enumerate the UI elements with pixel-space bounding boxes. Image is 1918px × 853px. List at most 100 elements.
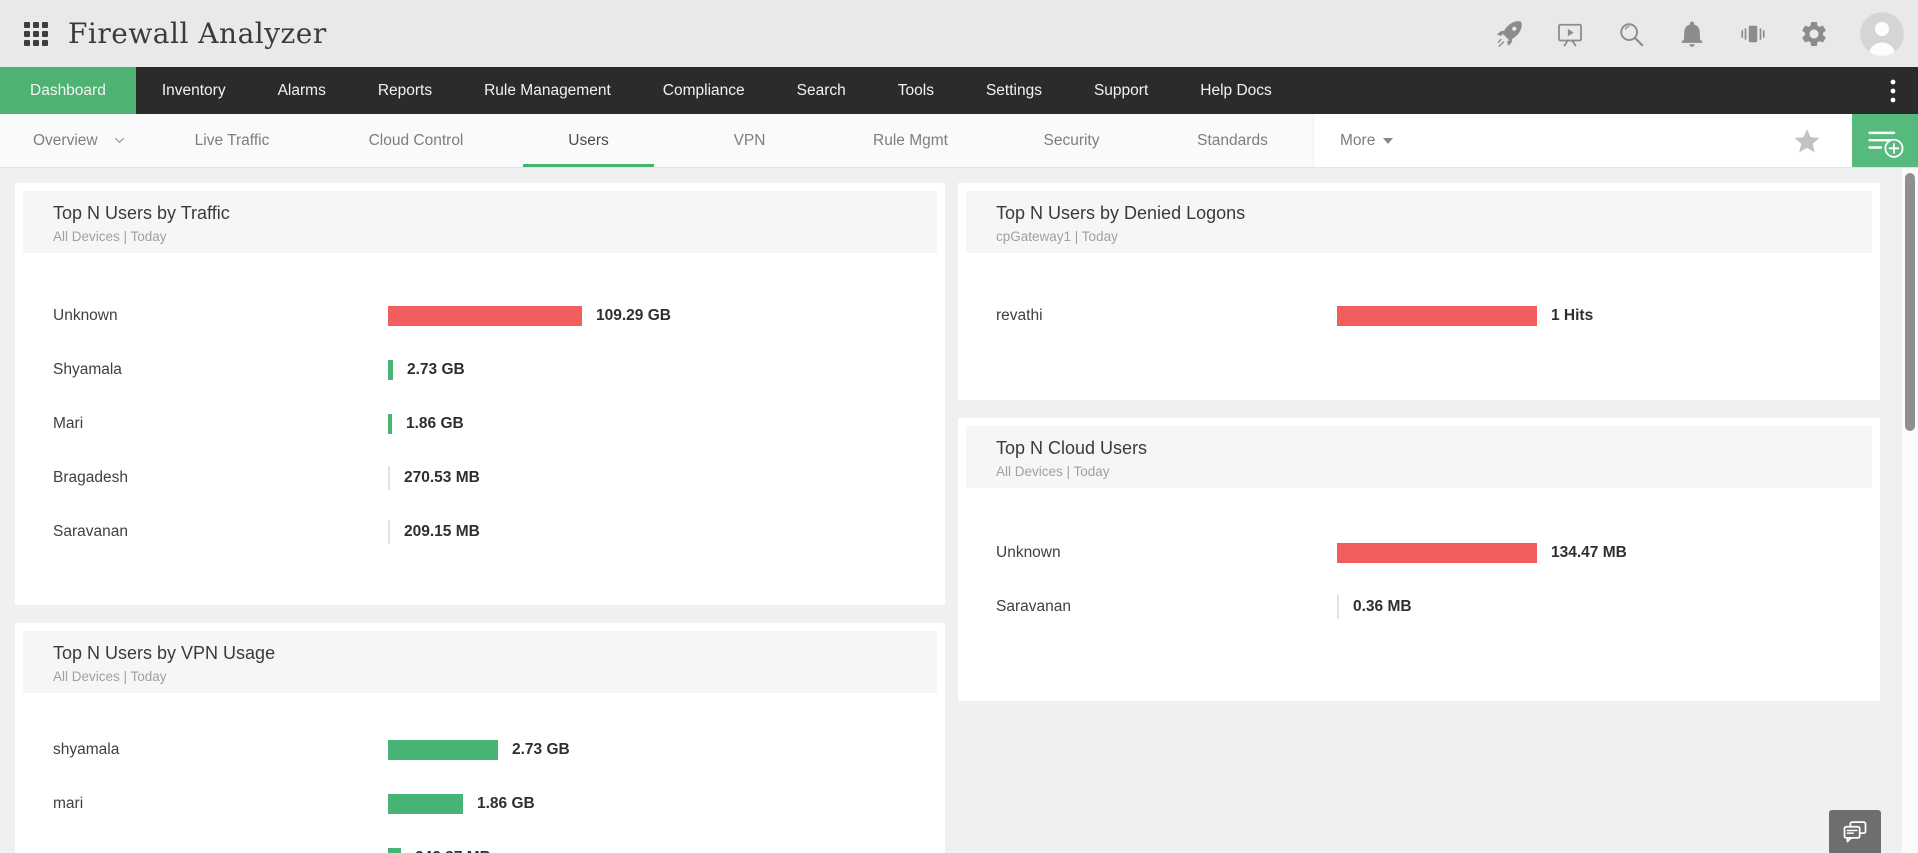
tab-overview[interactable]: Overview xyxy=(0,114,140,167)
tab-label: Security xyxy=(1043,131,1100,149)
settings-gear-icon[interactable] xyxy=(1799,19,1829,49)
row-user-label: Unknown xyxy=(996,544,1061,561)
main-nav-items: Dashboard Inventory Alarms Reports Rule Mana… xyxy=(0,67,1298,114)
demo-player-icon[interactable] xyxy=(1555,19,1585,49)
search-icon[interactable] xyxy=(1616,19,1646,49)
tab-live-traffic[interactable]: Live Traffic xyxy=(140,114,324,167)
chevron-down-icon xyxy=(114,138,124,144)
left-column: Top N Users by Traffic All Devices | Tod… xyxy=(15,183,945,853)
header-actions xyxy=(1494,11,1904,56)
chart-row: revathi 1 Hits xyxy=(996,289,1880,343)
apps-grid-icon[interactable] xyxy=(24,21,48,46)
card-subtitle: All Devices | Today xyxy=(53,229,167,244)
user-avatar[interactable] xyxy=(1860,11,1904,56)
card-top-users-vpn: Top N Users by VPN Usage All Devices | T… xyxy=(15,623,945,853)
row-value: 2.73 GB xyxy=(512,741,570,758)
row-bar-green xyxy=(388,360,393,380)
row-bar-tick xyxy=(388,520,390,544)
chart-row: mari 1.86 GB xyxy=(53,777,945,831)
row-bar-green xyxy=(388,794,463,814)
add-dashboard-icon xyxy=(1868,131,1904,158)
card-title: Top N Users by Denied Logons xyxy=(996,203,1246,223)
nav-item-support[interactable]: Support xyxy=(1068,67,1174,114)
vertical-scrollbar[interactable] xyxy=(1902,168,1918,853)
overflow-menu-kebab-icon[interactable] xyxy=(1878,67,1908,114)
tab-standards[interactable]: Standards xyxy=(1152,114,1313,167)
row-user-label: Unknown xyxy=(53,307,118,324)
chart-row: Bragadesh 270.53 MB xyxy=(53,451,945,505)
chart-row: Saravanan 209.15 MB xyxy=(53,505,945,559)
nav-item-tools[interactable]: Tools xyxy=(872,67,960,114)
row-user-label: Saravanan xyxy=(996,598,1071,615)
tab-label: Users xyxy=(568,131,609,149)
card-rows: Unknown 109.29 GB Shyamala 2.73 GB Mari 1.86 … xyxy=(15,253,945,559)
vibrate-alert-icon[interactable] xyxy=(1738,19,1768,49)
tab-cloud-control[interactable]: Cloud Control xyxy=(324,114,508,167)
row-user-label: Saravanan xyxy=(53,523,128,540)
tab-vpn[interactable]: VPN xyxy=(669,114,830,167)
notifications-bell-icon[interactable] xyxy=(1677,19,1707,49)
row-bar-green xyxy=(388,414,392,434)
row-bar-green xyxy=(388,848,401,853)
row-user-label: shyamala xyxy=(53,741,120,758)
row-bar-red xyxy=(1337,543,1537,563)
nav-item-alarms[interactable]: Alarms xyxy=(252,67,352,114)
row-value: 242.87 MB xyxy=(415,849,491,853)
row-user-label: mari xyxy=(53,795,84,812)
nav-item-reports[interactable]: Reports xyxy=(352,67,458,114)
nav-item-help-docs[interactable]: Help Docs xyxy=(1174,67,1298,114)
nav-item-compliance[interactable]: Compliance xyxy=(637,67,771,114)
main-nav: Dashboard Inventory Alarms Reports Rule Mana… xyxy=(0,67,1918,114)
favorite-star-icon[interactable] xyxy=(1792,126,1822,156)
right-column: Top N Users by Denied Logons cpGateway1 … xyxy=(958,183,1880,701)
nav-item-settings[interactable]: Settings xyxy=(960,67,1068,114)
chart-row: 242.87 MB xyxy=(53,831,945,853)
chart-row: Saravanan 0.36 MB xyxy=(996,580,1880,634)
row-value: 1.86 GB xyxy=(406,415,464,432)
nav-item-inventory[interactable]: Inventory xyxy=(136,67,252,114)
row-user-label: Shyamala xyxy=(53,361,122,378)
row-value: 209.15 MB xyxy=(404,523,480,540)
tab-label: Overview xyxy=(33,131,98,149)
card-subtitle: All Devices | Today xyxy=(53,669,167,684)
scrollbar-thumb[interactable] xyxy=(1905,173,1915,431)
row-value: 2.73 GB xyxy=(407,361,465,378)
card-top-users-denied-logons: Top N Users by Denied Logons cpGateway1 … xyxy=(958,183,1880,400)
tab-security[interactable]: Security xyxy=(991,114,1152,167)
caret-down-icon xyxy=(1383,137,1394,144)
row-user-label: Mari xyxy=(53,415,84,432)
card-rows: shyamala 2.73 GB mari 1.86 GB 242.87 MB xyxy=(15,693,945,853)
tab-rule-mgmt[interactable]: Rule Mgmt xyxy=(830,114,991,167)
card-subtitle: cpGateway1 | Today xyxy=(996,229,1118,244)
tab-users[interactable]: Users xyxy=(508,114,669,167)
tab-label: VPN xyxy=(733,131,766,149)
app-header: Firewall Analyzer xyxy=(0,0,1918,67)
chat-feedback-button[interactable] xyxy=(1829,810,1881,853)
card-header: Top N Users by Traffic All Devices | Tod… xyxy=(23,191,937,253)
card-rows: Unknown 134.47 MB Saravanan 0.36 MB xyxy=(958,488,1880,634)
chat-bubbles-icon xyxy=(1843,820,1867,842)
nav-item-search[interactable]: Search xyxy=(771,67,872,114)
tab-label: Live Traffic xyxy=(194,131,270,149)
card-header: Top N Users by Denied Logons cpGateway1 … xyxy=(966,191,1872,253)
card-subtitle: All Devices | Today xyxy=(996,464,1110,479)
tab-label: Cloud Control xyxy=(368,131,464,149)
row-bar-green xyxy=(388,740,498,760)
nav-item-dashboard[interactable]: Dashboard xyxy=(0,67,136,114)
card-header: Top N Cloud Users All Devices | Today xyxy=(966,426,1872,488)
card-title: Top N Users by VPN Usage xyxy=(53,643,276,663)
app-title: Firewall Analyzer xyxy=(68,17,327,50)
card-top-users-traffic: Top N Users by Traffic All Devices | Tod… xyxy=(15,183,945,605)
card-title: Top N Users by Traffic xyxy=(53,203,230,223)
row-user-label: Bragadesh xyxy=(53,469,128,486)
dashboard-sub-nav: Overview Live Traffic Cloud Control Users VP… xyxy=(0,114,1918,168)
chart-row: Unknown 134.47 MB xyxy=(996,526,1880,580)
tab-strip: Overview Live Traffic Cloud Control Users VP… xyxy=(0,114,1314,167)
add-dashboard-button[interactable] xyxy=(1852,114,1918,167)
chart-row: shyamala 2.73 GB xyxy=(53,723,945,777)
chart-row: Unknown 109.29 GB xyxy=(53,289,945,343)
row-value: 270.53 MB xyxy=(404,469,480,486)
rocket-icon[interactable] xyxy=(1494,19,1524,49)
tab-more[interactable]: More xyxy=(1340,114,1394,167)
nav-item-rule-management[interactable]: Rule Management xyxy=(458,67,637,114)
